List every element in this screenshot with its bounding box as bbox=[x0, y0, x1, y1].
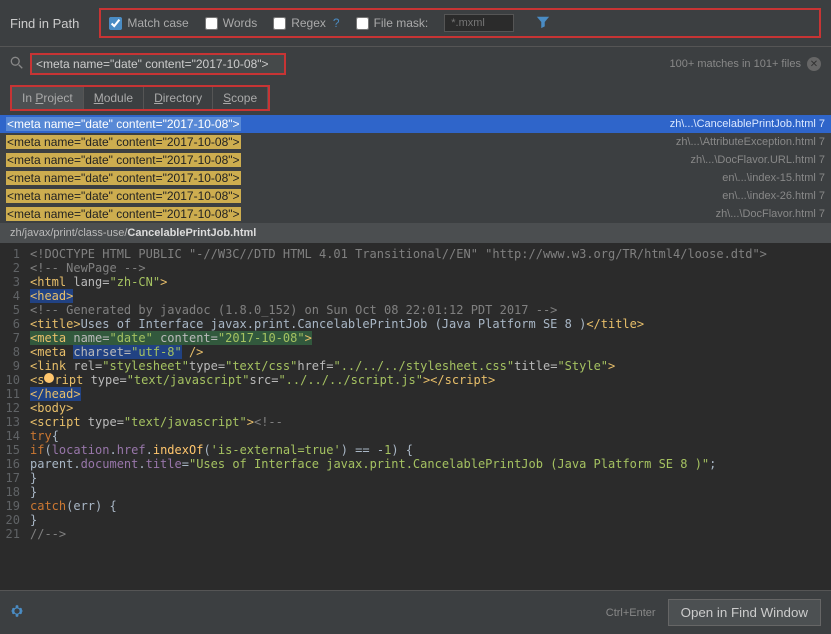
result-path: zh\...\DocFlavor.html 7 bbox=[716, 208, 825, 220]
gear-icon[interactable] bbox=[10, 604, 24, 621]
scope-tab-module[interactable]: Module bbox=[84, 87, 144, 109]
result-match-text: <meta name="date" content="2017-10-08"> bbox=[6, 207, 241, 221]
regex-checkbox[interactable]: Regex? bbox=[273, 16, 339, 30]
search-row: 100+ matches in 101+ files ✕ bbox=[0, 47, 831, 81]
result-match-text: <meta name="date" content="2017-10-08"> bbox=[6, 135, 241, 149]
result-path: zh\...\AttributeException.html 7 bbox=[676, 136, 825, 148]
clear-search-icon[interactable]: ✕ bbox=[807, 57, 821, 71]
result-row[interactable]: <meta name="date" content="2017-10-08"> z… bbox=[0, 133, 831, 151]
open-file-path: zh/javax/print/class-use/CancelablePrint… bbox=[0, 223, 831, 243]
result-match-text: <meta name="date" content="2017-10-08"> bbox=[6, 171, 241, 185]
search-options-group: Match case Words Regex? File mask: bbox=[99, 8, 821, 38]
result-row[interactable]: <meta name="date" content="2017-10-08"> z… bbox=[0, 115, 831, 133]
result-row[interactable]: <meta name="date" content="2017-10-08"> e… bbox=[0, 187, 831, 205]
caret-indicator-icon bbox=[44, 373, 54, 383]
match-case-checkbox[interactable]: Match case bbox=[109, 16, 188, 30]
result-row[interactable]: <meta name="date" content="2017-10-08"> z… bbox=[0, 205, 831, 223]
result-path: zh\...\CancelablePrintJob.html 7 bbox=[670, 118, 825, 130]
regex-help-icon[interactable]: ? bbox=[333, 16, 340, 30]
open-in-find-window-button[interactable]: Open in Find Window bbox=[668, 599, 821, 626]
scope-tabs: In Project Module Directory Scope bbox=[10, 85, 270, 111]
result-path: en\...\index-15.html 7 bbox=[722, 172, 825, 184]
scope-tab-scope[interactable]: Scope bbox=[213, 87, 268, 109]
search-icon bbox=[10, 56, 24, 73]
dialog-footer: Ctrl+Enter Open in Find Window bbox=[0, 590, 831, 634]
result-row[interactable]: <meta name="date" content="2017-10-08"> z… bbox=[0, 151, 831, 169]
search-input-wrapper bbox=[30, 53, 286, 75]
words-checkbox[interactable]: Words bbox=[205, 16, 257, 30]
search-input[interactable] bbox=[36, 57, 280, 71]
result-match-text: <meta name="date" content="2017-10-08"> bbox=[6, 189, 241, 203]
filemask-checkbox[interactable]: File mask: bbox=[356, 16, 429, 30]
result-match-text: <meta name="date" content="2017-10-08"> bbox=[6, 153, 241, 167]
result-row[interactable]: <meta name="date" content="2017-10-08"> e… bbox=[0, 169, 831, 187]
scope-tab-project[interactable]: In Project bbox=[12, 87, 84, 109]
results-list[interactable]: <meta name="date" content="2017-10-08"> z… bbox=[0, 115, 831, 223]
shortcut-hint: Ctrl+Enter bbox=[606, 607, 656, 619]
result-path: en\...\index-26.html 7 bbox=[722, 190, 825, 202]
match-count-label: 100+ matches in 101+ files ✕ bbox=[670, 57, 821, 71]
filter-icon[interactable] bbox=[536, 15, 550, 32]
result-match-text: <meta name="date" content="2017-10-08"> bbox=[6, 117, 241, 131]
result-path: zh\...\DocFlavor.URL.html 7 bbox=[691, 154, 826, 166]
code-preview[interactable]: 1<!DOCTYPE HTML PUBLIC "-//W3C//DTD HTML… bbox=[0, 243, 831, 590]
scope-row: In Project Module Directory Scope bbox=[0, 81, 831, 115]
dialog-header: Find in Path Match case Words Regex? Fil… bbox=[0, 0, 831, 47]
find-in-path-dialog: Find in Path Match case Words Regex? Fil… bbox=[0, 0, 831, 634]
dialog-title: Find in Path bbox=[10, 16, 79, 31]
scope-tab-directory[interactable]: Directory bbox=[144, 87, 213, 109]
filemask-input[interactable] bbox=[444, 14, 514, 32]
